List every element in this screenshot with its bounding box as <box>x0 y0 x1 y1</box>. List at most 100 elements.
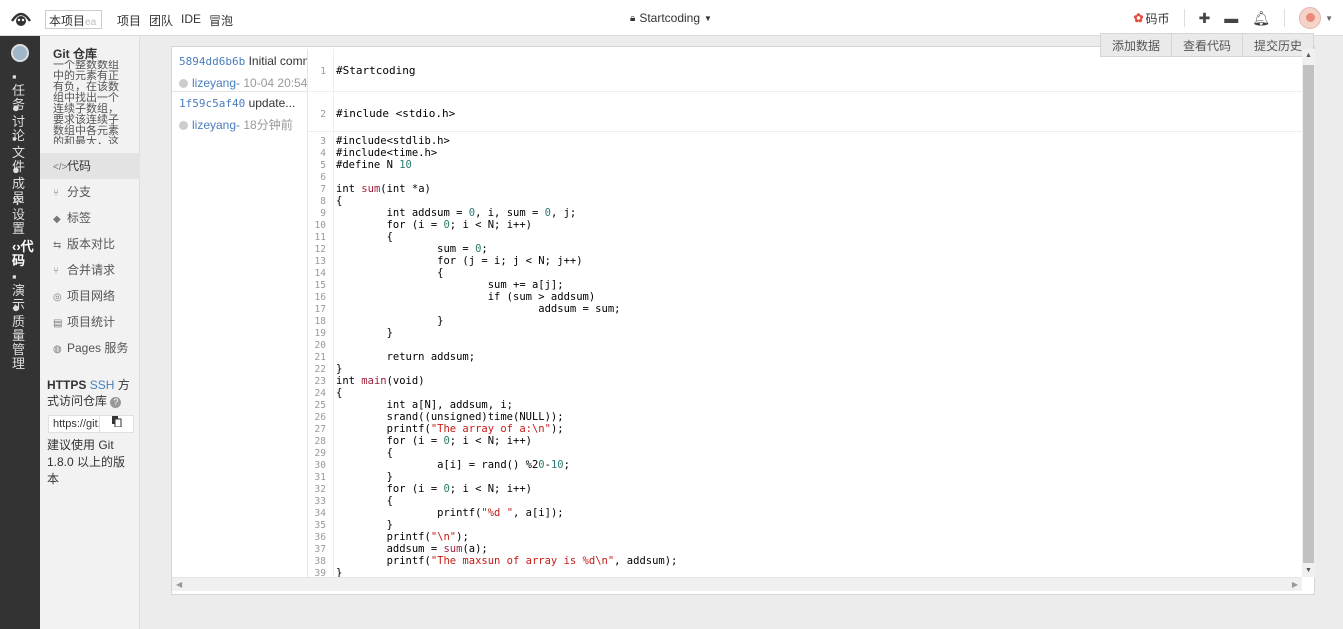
nav-team[interactable]: 团队 <box>149 12 173 29</box>
code-line: 3 #include<stdlib.h> <box>309 135 1299 147</box>
code-text: return addsum; <box>336 351 476 363</box>
code-text: for (i = 0; i < N; i++) <box>336 483 532 495</box>
repo-sidebar: Git 仓库 一个整数数组中的元素有正有负，在该数组中找出一个连续子数组，要求该… <box>40 36 140 629</box>
line-number[interactable]: 2 <box>309 109 326 121</box>
commit-author-link[interactable]: lizeyang- <box>192 118 240 132</box>
avatar[interactable] <box>1299 7 1322 29</box>
code-text: a[i] = rand() %20-10; <box>336 459 570 471</box>
menu-item-stats[interactable]: ▤ 项目统计 <box>40 309 140 335</box>
menu-item-code[interactable]: </>代码 <box>40 153 140 179</box>
code-text: printf("The array of a:\n"); <box>336 423 564 435</box>
branch-icon: ⑂ <box>53 188 59 199</box>
code-text: } <box>336 327 393 339</box>
vertical-scrollbar[interactable]: ▲ ▼ <box>1302 49 1315 577</box>
tag-icon: ◆ <box>53 214 61 225</box>
code-line: 32 for (i = 0; i < N; i++) <box>309 483 1299 495</box>
divider <box>1284 9 1286 27</box>
horizontal-scrollbar[interactable]: ◀ ▶ <box>172 577 1302 591</box>
code-text: { <box>336 195 343 207</box>
code-line: 12 sum = 0; <box>309 243 1299 255</box>
code-line: 23 int main(void) <box>309 375 1299 387</box>
folder-icon[interactable]: ▬ <box>1224 10 1238 26</box>
clone-url-row: https://git.coding.net <box>48 415 134 433</box>
code-line: 10 for (i = 0; i < N; i++) <box>309 219 1299 231</box>
code-line: 22} <box>309 363 1299 375</box>
line-number[interactable]: 1 <box>309 66 326 78</box>
https-option[interactable]: HTTPS <box>47 378 86 392</box>
code-text: } <box>336 363 343 375</box>
ssh-option[interactable]: SSH <box>90 378 115 392</box>
code-line: 20 <box>309 339 1299 351</box>
code-line: 33 { <box>309 495 1299 507</box>
user-avatar-icon <box>179 121 188 130</box>
scroll-left-icon[interactable]: ◀ <box>176 578 182 591</box>
repo-title-dropdown[interactable]: 🔒︎ Startcoding ▼ <box>630 11 712 25</box>
line-number[interactable]: 39 <box>309 568 326 577</box>
scrollbar-thumb[interactable] <box>1303 65 1314 563</box>
code-text: } <box>336 567 343 577</box>
scroll-right-icon[interactable]: ▶ <box>1292 578 1298 591</box>
code-line: 7 int sum(int *a) <box>309 183 1299 195</box>
bell-icon[interactable]: 🔔︎ <box>1252 10 1270 27</box>
commit-time: 10-04 20:54 <box>243 76 308 90</box>
code-text: { <box>336 231 393 243</box>
code-text: int main(void) <box>336 375 425 387</box>
code-line: 38 printf("The maxsun of array is %d\n",… <box>309 555 1299 567</box>
code-text: srand((unsigned)time(NULL)); <box>336 411 564 423</box>
menu-item-branches[interactable]: ⑂ 分支 <box>40 179 140 205</box>
code-text: int addsum = 0, i, sum = 0, j; <box>336 207 577 219</box>
code-line: 27 printf("The array of a:\n"); <box>309 423 1299 435</box>
blame-commit-column: 5894dd6b6b Initial commit lizeyang- 10-0… <box>172 49 308 577</box>
code-text: #Startcoding <box>336 64 416 77</box>
network-icon: ◎ <box>53 292 62 303</box>
leftbar-item-settings[interactable]: ✲设置 <box>12 194 28 236</box>
code-line: 30 a[i] = rand() %20-10; <box>309 459 1299 471</box>
compare-icon: ⇆ <box>53 240 62 251</box>
commit-sha-link[interactable]: 1f59c5af40 <box>179 97 245 110</box>
code-text: for (i = 0; i < N; i++) <box>336 435 532 447</box>
coin-label: 码币 <box>1145 11 1170 26</box>
lock-icon: 🔒︎ <box>630 12 636 24</box>
clone-url-input[interactable]: https://git.coding.net <box>48 415 100 433</box>
code-line: 34 printf("%d ", a[i]); <box>309 507 1299 519</box>
leftbar-item-quality[interactable]: ●质量管理 <box>12 301 28 371</box>
code-line: 21 return addsum; <box>309 351 1299 363</box>
commit-sha-link[interactable]: 5894dd6b6b <box>179 55 245 68</box>
nav-ide[interactable]: IDE <box>181 12 201 29</box>
code-text: } <box>336 315 444 327</box>
code-line: 6 <box>309 171 1299 183</box>
top-bar: 本项目ea 项目 团队 IDE 冒泡 🔒︎ Startcoding ▼ ✿ 码币… <box>0 0 1343 36</box>
code-line: 5 #define N 10 <box>309 159 1299 171</box>
leftbar-item-code[interactable]: ‹›代码 <box>12 240 34 268</box>
scroll-down-icon[interactable]: ▼ <box>1302 564 1315 577</box>
menu-item-network[interactable]: ◎ 项目网络 <box>40 283 140 309</box>
help-icon[interactable]: ? <box>110 397 122 408</box>
code-line: 35 } <box>309 519 1299 531</box>
repo-menu: </>代码 ⑂ 分支 ◆ 标签 ⇆ 版本对比 ⑂ 合并请求 ◎ 项目网络 ▤ 项目统计 ◍ P… <box>40 153 140 361</box>
code-text: addsum = sum; <box>336 303 621 315</box>
code-text: } <box>336 471 393 483</box>
code-text: { <box>336 447 393 459</box>
copy-url-button[interactable] <box>100 415 134 433</box>
repo-description: 一个整数数组中的元素有正有负，在该数组中找出一个连续子数组，要求该连续子数组中各… <box>53 60 119 144</box>
project-search-input[interactable]: 本项目ea <box>45 10 102 29</box>
nav-bubble[interactable]: 冒泡 <box>209 12 233 29</box>
menu-item-pages[interactable]: ◍ Pages 服务 <box>40 335 140 361</box>
coin-button[interactable]: ✿ 码币 <box>1133 10 1169 27</box>
code-viewer[interactable]: 1 #Startcoding 2 #include <stdio.h> 3 #includ… <box>309 49 1302 577</box>
menu-item-compare[interactable]: ⇆ 版本对比 <box>40 231 140 257</box>
coding-logo-icon[interactable] <box>10 7 32 29</box>
menu-item-merge-requests[interactable]: ⑂ 合并请求 <box>40 257 140 283</box>
code-text: printf("%d ", a[i]); <box>336 507 564 519</box>
commit-author-link[interactable]: lizeyang- <box>192 76 240 90</box>
scroll-up-icon[interactable]: ▲ <box>1302 49 1315 62</box>
nav-projects[interactable]: 项目 <box>117 12 141 29</box>
code-line: 28 for (i = 0; i < N; i++) <box>309 435 1299 447</box>
chevron-down-icon[interactable]: ▼ <box>1325 14 1333 23</box>
code-text: { <box>336 495 393 507</box>
plus-icon[interactable]: ✚ <box>1199 10 1211 27</box>
project-avatar-icon[interactable] <box>11 44 29 62</box>
code-line: 14 { <box>309 267 1299 279</box>
code-text: sum += a[j]; <box>336 279 564 291</box>
menu-item-tags[interactable]: ◆ 标签 <box>40 205 140 231</box>
